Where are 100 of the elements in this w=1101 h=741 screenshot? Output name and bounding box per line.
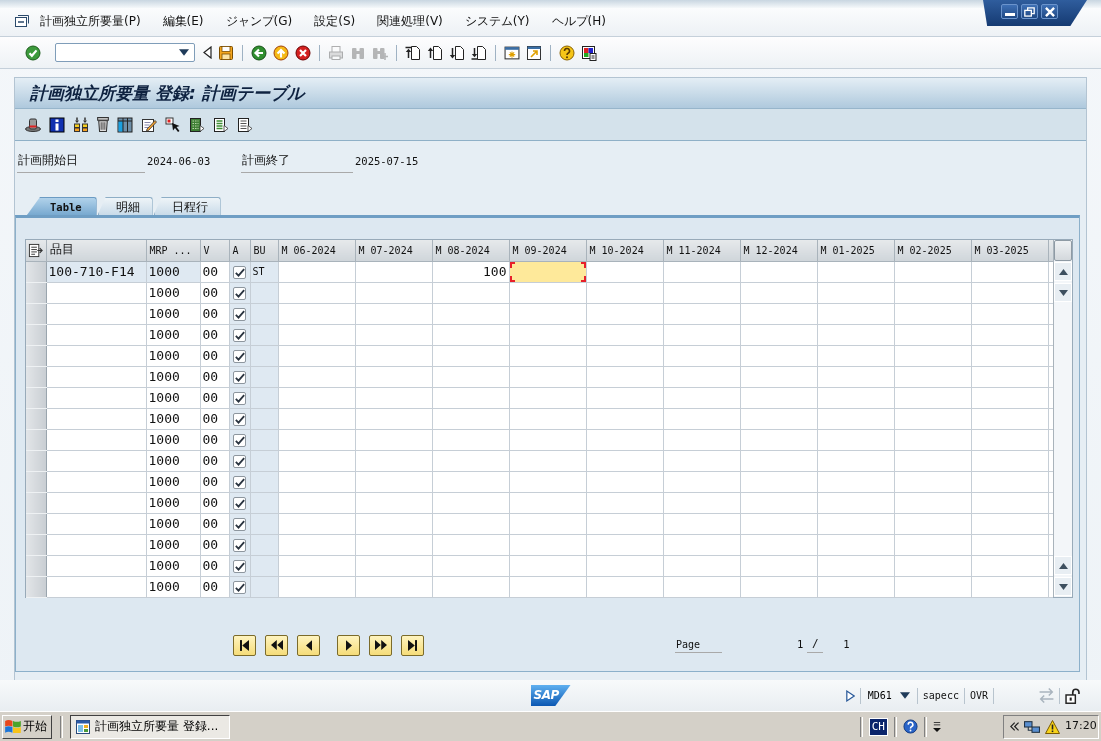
row-selector[interactable] (26, 450, 46, 471)
new-window-icon[interactable] (504, 45, 520, 60)
row-selector[interactable] (26, 555, 46, 576)
column-header[interactable]: A (229, 240, 250, 261)
column-header[interactable]: M 11-2024 (663, 240, 740, 261)
page-bottom-arrow-icon[interactable] (471, 44, 487, 61)
document-arrow-icon[interactable] (213, 116, 229, 133)
checkbox[interactable] (233, 455, 246, 468)
first-page-button[interactable] (233, 634, 256, 656)
menu-item[interactable]: ヘルプ(H) (551, 14, 606, 30)
double-chevron-icon[interactable] (1010, 722, 1019, 731)
left-arrow-icon[interactable] (251, 44, 267, 61)
column-header[interactable]: M 09-2024 (509, 240, 586, 261)
caret-icon[interactable] (179, 49, 189, 56)
pencil-paper-icon[interactable] (141, 116, 157, 133)
previous-page-button[interactable] (265, 634, 288, 656)
checkbox[interactable] (233, 413, 246, 426)
checkbox[interactable] (233, 560, 246, 573)
row-selector[interactable] (26, 492, 46, 513)
menu-item[interactable]: 設定(S) (314, 14, 356, 30)
checkbox[interactable] (233, 539, 246, 552)
column-header[interactable]: M 03-2025 (971, 240, 1048, 261)
scroll-down-button[interactable] (1054, 577, 1072, 596)
scroll-down-button[interactable] (1054, 283, 1072, 302)
row-selector[interactable] (26, 345, 46, 366)
row-selector[interactable] (26, 282, 46, 303)
start-button[interactable]: 开始 (2, 714, 52, 739)
checkbox[interactable] (233, 518, 246, 531)
column-header[interactable]: M 01-2025 (817, 240, 894, 261)
row-selector[interactable] (26, 534, 46, 555)
tab[interactable]: 明細 (97, 197, 153, 215)
row-selector[interactable] (26, 387, 46, 408)
check-icon[interactable] (25, 44, 41, 61)
checkbox[interactable] (233, 497, 246, 510)
page-down-arrow-icon[interactable] (449, 44, 465, 61)
scroll-up-button[interactable] (1054, 262, 1072, 281)
row-selector[interactable] (26, 366, 46, 387)
column-header[interactable] (26, 240, 46, 261)
checkbox[interactable] (233, 287, 246, 300)
command-field[interactable] (55, 43, 195, 62)
column-header[interactable]: M 12-2024 (740, 240, 817, 261)
last-page-button[interactable] (401, 634, 424, 656)
row-selector[interactable] (26, 303, 46, 324)
checkbox[interactable] (233, 476, 246, 489)
tab[interactable]: 日程行 (153, 197, 221, 215)
row-selector[interactable] (26, 513, 46, 534)
column-header[interactable]: M 10-2024 (586, 240, 663, 261)
lock-icon[interactable] (1065, 687, 1080, 704)
warning-icon[interactable] (1045, 719, 1060, 734)
right-triangle-icon[interactable] (845, 689, 855, 702)
network-computers-icon[interactable] (1024, 720, 1040, 733)
checkbox[interactable] (233, 581, 246, 594)
restore-button[interactable] (1021, 4, 1038, 19)
column-header[interactable]: BU (250, 240, 278, 261)
column-header[interactable]: 品目 (46, 240, 146, 261)
next-page-button[interactable] (369, 634, 392, 656)
taskbar-button[interactable]: 計画独立所要量 登録... (70, 714, 230, 739)
checkbox[interactable] (233, 266, 246, 279)
document-arrow-icon[interactable] (189, 116, 205, 133)
column-header[interactable]: V (200, 240, 229, 261)
scroll-up-button[interactable] (1054, 556, 1072, 575)
checkbox[interactable] (233, 308, 246, 321)
help-icon[interactable] (903, 719, 918, 734)
left-triangle-icon[interactable] (203, 46, 212, 59)
column-grid-icon[interactable] (117, 116, 133, 133)
help-icon[interactable] (559, 44, 575, 61)
row-selector[interactable] (26, 429, 46, 450)
row-selector[interactable] (26, 324, 46, 345)
language-indicator[interactable]: CH (868, 717, 888, 736)
trash-icon[interactable] (97, 117, 109, 132)
next-button[interactable] (337, 634, 360, 656)
row-selector[interactable] (26, 408, 46, 429)
row-selector[interactable] (26, 471, 46, 492)
up-arrow-icon[interactable] (273, 44, 289, 61)
colored-window-icon[interactable] (581, 44, 597, 61)
tab[interactable]: Table (27, 197, 97, 215)
column-header[interactable]: M 08-2024 (432, 240, 509, 261)
page-top-arrow-icon[interactable] (405, 44, 421, 61)
system-info-dropdown[interactable]: MD61 (865, 689, 912, 702)
checkbox[interactable] (233, 371, 246, 384)
page-up-arrow-icon[interactable] (427, 44, 443, 61)
checkbox[interactable] (233, 350, 246, 363)
x-circle-icon[interactable] (295, 44, 311, 61)
info-icon[interactable] (49, 116, 65, 133)
column-header[interactable]: MRP ... (146, 240, 200, 261)
column-header[interactable]: M 02-2025 (894, 240, 971, 261)
close-button[interactable] (1041, 4, 1058, 19)
column-header[interactable]: M 07-2024 (355, 240, 432, 261)
hat-icon[interactable] (25, 116, 41, 133)
menu-item[interactable]: ジャンプ(G) (225, 14, 293, 30)
row-selector[interactable] (26, 576, 46, 597)
document-arrow-icon[interactable] (237, 116, 253, 133)
menu-item[interactable]: 関連処理(V) (377, 14, 443, 30)
caret-icon[interactable] (933, 721, 941, 732)
checkbox[interactable] (233, 434, 246, 447)
window-menu-icon[interactable] (14, 14, 30, 30)
pointer-icon[interactable] (165, 116, 181, 133)
menu-item[interactable]: 計画独立所要量(P) (40, 14, 141, 30)
minimize-button[interactable] (1001, 4, 1018, 19)
menu-item[interactable]: 編集(E) (162, 14, 204, 30)
